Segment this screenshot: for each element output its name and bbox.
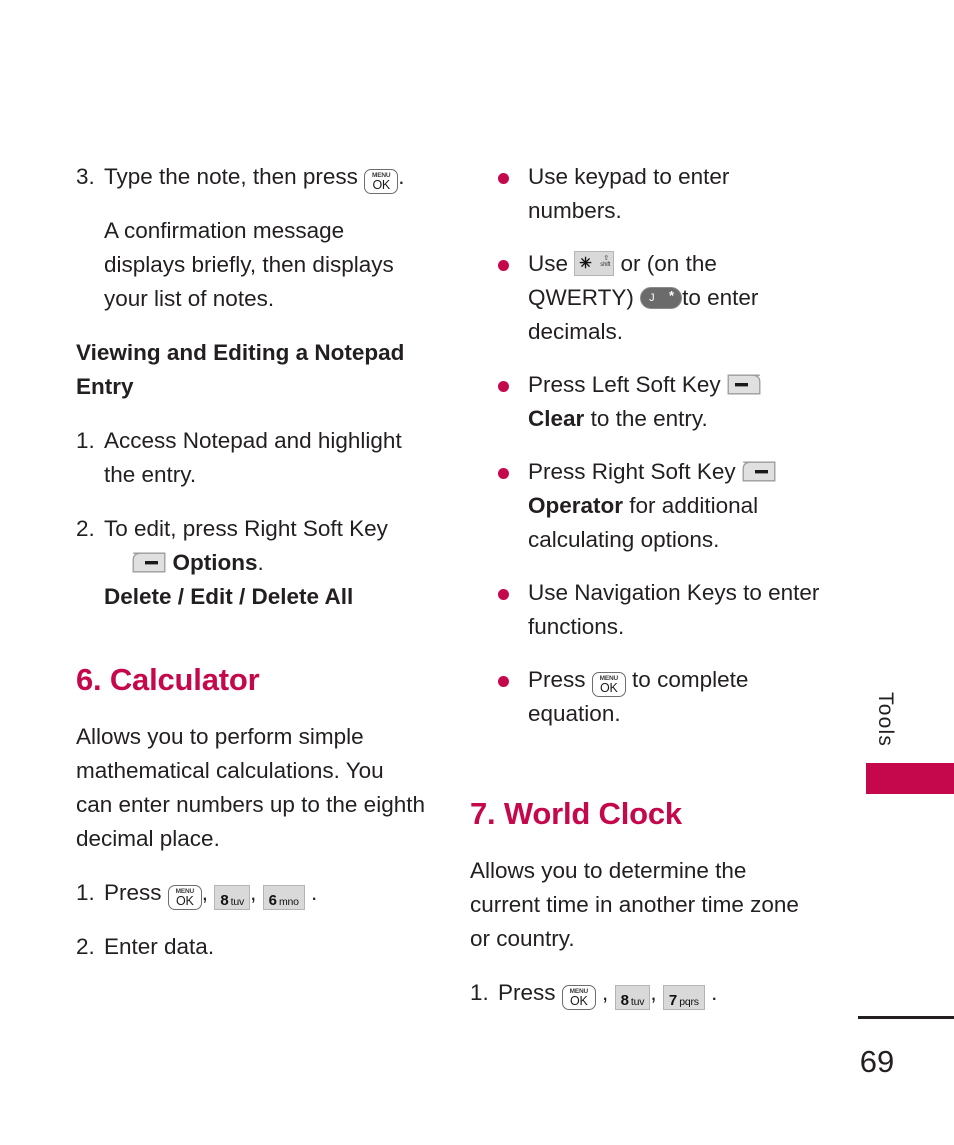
star-glyph: ✳ [579, 255, 592, 272]
bullet-left-soft-key-bold: Clear [528, 406, 585, 431]
bullet-dot-icon [498, 468, 509, 479]
calculator-step-1-text: Press [104, 880, 162, 905]
separator-comma: , [201, 880, 209, 905]
bullet-decimals: Use ✳ ⇧ shift or (on the QWERTY) J * to … [470, 247, 820, 349]
world-clock-step-1-text: Press [498, 980, 556, 1005]
bullet-dot-icon [498, 589, 509, 600]
keypad-key-8-digit: 8 [620, 992, 629, 1009]
step-2-to-edit: 2. To edit, press Right Soft Key Options… [76, 512, 426, 614]
shift-label: shift [600, 262, 611, 268]
world-clock-step-1: 1. Press MENU OK , 8 tuv , 7 pqrs . [470, 976, 820, 1010]
side-tab-accent-bar [866, 763, 954, 794]
calculator-step-2-text: Enter data. [104, 934, 215, 959]
calculator-step-1-number: 1. [76, 880, 95, 905]
step-1-number: 1. [76, 428, 95, 453]
keypad-key-8-digit: 8 [220, 892, 229, 909]
footer-divider [858, 1016, 954, 1019]
menu-ok-key-bottom-label: OK [176, 894, 194, 908]
step-2-text: To edit, press Right Soft Key [104, 516, 388, 541]
keypad-key-8-letters: tuv [230, 896, 245, 908]
qwerty-j-letter: J [649, 292, 655, 304]
step-1-access-notepad: 1. Access Notepad and highlight the entr… [76, 424, 426, 492]
step-2-number: 2. [76, 516, 95, 541]
bullet-right-soft-key: Press Right Soft Key Operator for additi… [470, 455, 820, 557]
keypad-key-7-digit: 7 [668, 992, 678, 1009]
menu-ok-key-icon: MENU OK [591, 671, 626, 697]
keypad-key-6-letters: mno [278, 896, 299, 908]
step-3-number: 3. [76, 164, 95, 189]
bullet-dot-icon [498, 676, 509, 687]
shift-arrow-icon: ⇧ [603, 255, 610, 262]
keypad-key-8-letters: tuv [630, 996, 645, 1008]
manual-page: 3. Type the note, then press MENU OK . A… [0, 0, 954, 1145]
keypad-key-7-icon: 7 pqrs [662, 985, 705, 1010]
left-column: 3. Type the note, then press MENU OK . A… [76, 160, 426, 964]
bullet-navigation-keys-text: Use Navigation Keys to enter functions. [528, 580, 820, 639]
bullet-left-soft-key: Press Left Soft Key Clear to the entry. [470, 368, 820, 436]
right-column: Use keypad to enter numbers. Use ✳ ⇧ shi… [470, 160, 820, 1010]
section-heading-calculator: 6. Calculator [76, 662, 260, 697]
separator-comma: , [602, 980, 609, 1005]
bullet-decimals-pre: Use [528, 251, 569, 276]
bullet-dot-icon [498, 260, 509, 271]
bullet-keypad: Use keypad to enter numbers. [470, 160, 820, 228]
bullet-left-soft-key-pre: Press Left Soft Key [528, 372, 721, 397]
calculator-step-2: 2. Enter data. [76, 930, 426, 964]
bullet-right-soft-key-bold: Operator [528, 493, 624, 518]
menu-ok-key-icon: MENU OK [167, 884, 202, 910]
world-clock-step-1-period: . [711, 980, 718, 1005]
bullet-left-soft-key-post: to the entry. [590, 406, 708, 431]
side-tab-label-tools: Tools [874, 692, 897, 748]
menu-ok-key-bottom-label: OK [600, 681, 618, 695]
bullet-complete-equation: Press MENU OK to complete equation. [470, 663, 820, 731]
subheading-viewing-editing-notepad: Viewing and Editing a Notepad Entry [76, 340, 405, 399]
bullet-keypad-text: Use keypad to enter numbers. [528, 164, 730, 223]
section-heading-world-clock: 7. World Clock [470, 796, 682, 831]
bullet-navigation-keys: Use Navigation Keys to enter functions. [470, 576, 820, 644]
bullet-right-soft-key-pre: Press Right Soft Key [528, 459, 736, 484]
star-shift-key-icon: ✳ ⇧ shift [574, 251, 615, 276]
bullet-dot-icon [498, 381, 509, 392]
step-3-text: Type the note, then press [104, 164, 358, 189]
keypad-key-8-icon: 8 tuv [214, 885, 251, 910]
calculator-step-2-number: 2. [76, 934, 95, 959]
right-soft-key-icon [742, 461, 776, 482]
menu-ok-key-bottom-label: OK [570, 994, 588, 1008]
step-2-period: . [257, 550, 264, 575]
calculator-step-1: 1. Press MENU OK , 8 tuv , 6 mno . [76, 876, 426, 910]
world-clock-description: Allows you to determine the current time… [470, 858, 799, 951]
keypad-key-6-icon: 6 mno [262, 885, 305, 910]
keypad-key-6-digit: 6 [268, 892, 277, 909]
menu-ok-key-icon: MENU OK [364, 168, 399, 194]
separator-comma: , [250, 880, 257, 905]
qwerty-j-key-icon: J * [640, 287, 683, 309]
bullet-dot-icon [498, 173, 509, 184]
right-soft-key-icon [132, 552, 166, 573]
step-3-period: . [398, 164, 405, 189]
calculator-step-1-period: . [311, 880, 318, 905]
menu-ok-key-icon: MENU OK [561, 984, 596, 1010]
left-soft-key-icon [727, 374, 761, 395]
step-3-type-note: 3. Type the note, then press MENU OK . [76, 160, 426, 194]
step-3-detail: A confirmation message displays briefly,… [104, 218, 394, 311]
page-number: 69 [859, 1044, 895, 1079]
separator-comma: , [650, 980, 657, 1005]
keypad-key-7-letters: pqrs [679, 996, 699, 1008]
bullet-complete-equation-pre: Press [528, 667, 586, 692]
keypad-key-8-icon: 8 tuv [614, 985, 651, 1010]
step-2-options-list: Delete / Edit / Delete All [104, 584, 354, 609]
calculator-description: Allows you to perform simple mathematica… [76, 724, 425, 851]
step-2-options-label: Options [172, 550, 258, 575]
world-clock-step-1-number: 1. [470, 980, 489, 1005]
step-1-text: Access Notepad and highlight the entry. [104, 428, 402, 487]
menu-ok-key-bottom-label: OK [372, 178, 390, 192]
qwerty-j-symbol: * [669, 288, 675, 303]
